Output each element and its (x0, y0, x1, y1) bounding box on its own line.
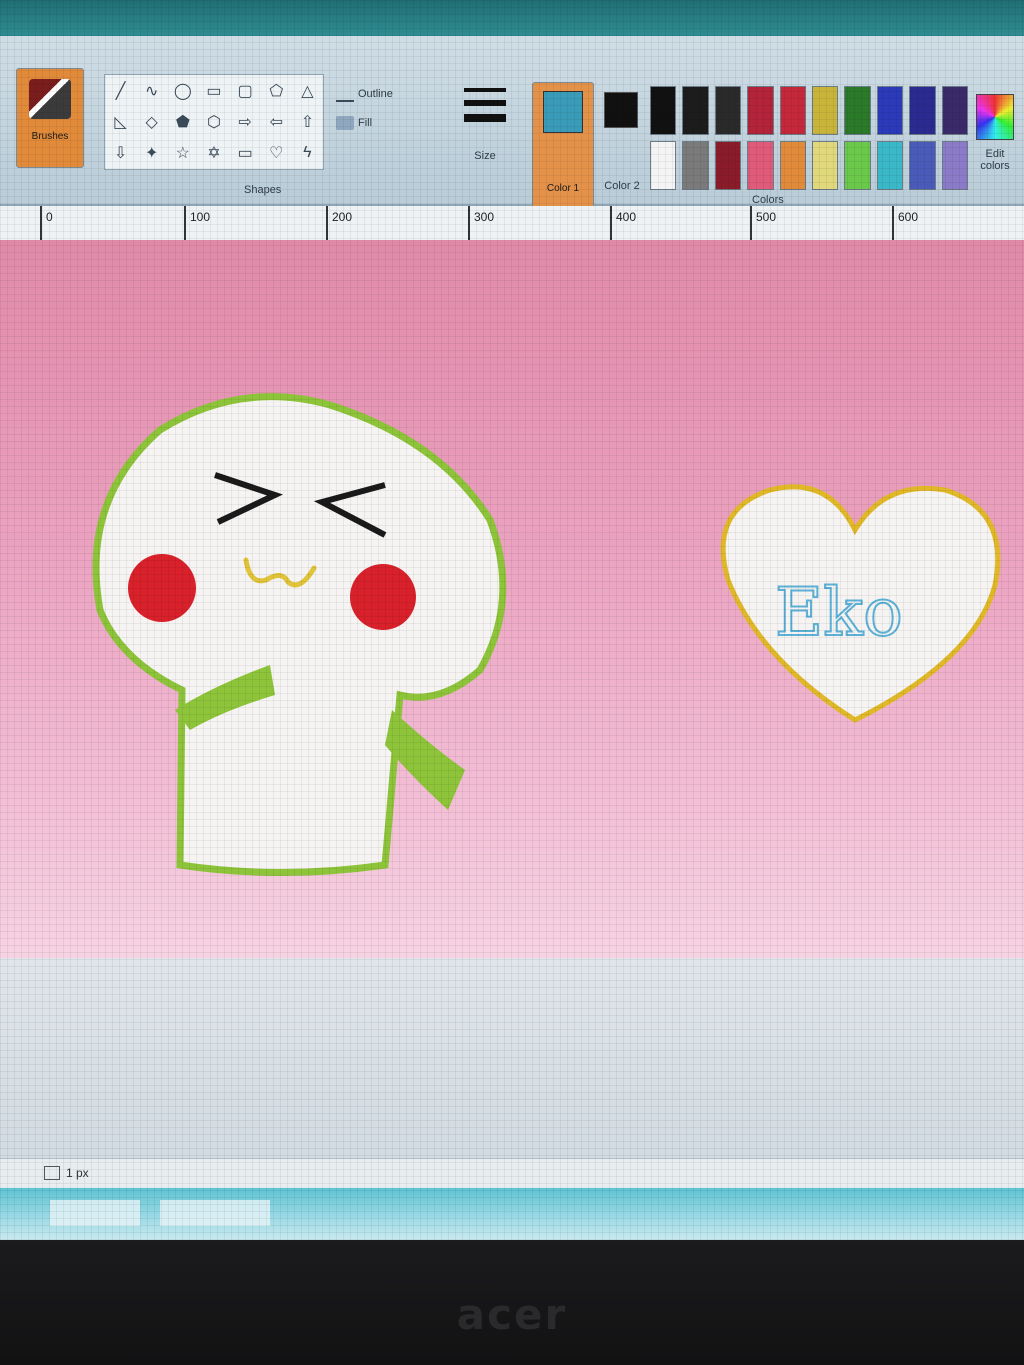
ruler-tick: 100 (184, 206, 210, 240)
palette-swatch[interactable] (682, 86, 709, 135)
palette-swatch[interactable] (941, 141, 968, 190)
palette-swatch[interactable] (747, 141, 774, 190)
five-point-star-shape-icon[interactable]: ☆ (167, 138, 198, 169)
ruler-tick: 200 (326, 206, 352, 240)
ruler-tick: 500 (750, 206, 776, 240)
shapes-gallery[interactable]: ╱ ∿ ◯ ▭ ▢ ⬠ △ ◺ ◇ ⬟ ⬡ ⇨ ⇦ ⇧ ⇩ ✦ ☆ ✡ ▭ ♡ … (104, 74, 324, 170)
line-shape-icon[interactable]: ╱ (105, 75, 136, 106)
palette-swatch[interactable] (650, 141, 677, 190)
palette-swatch[interactable] (909, 86, 936, 135)
up-arrow-shape-icon[interactable]: ⇧ (292, 106, 323, 137)
size-line-thin (464, 88, 506, 92)
colors-group-label: Colors (752, 194, 784, 206)
six-point-star-shape-icon[interactable]: ✡ (198, 138, 229, 169)
color2-label: Color 2 (604, 180, 640, 192)
left-cheek (128, 554, 196, 622)
color1-swatch (543, 91, 583, 133)
color1-label: Color 1 (546, 183, 580, 194)
character-drawing (92, 393, 507, 876)
workspace-area (0, 958, 1024, 1158)
fill-button[interactable]: Fill (336, 116, 372, 130)
palette-swatch[interactable] (779, 141, 806, 190)
screen: Brushes ╱ ∿ ◯ ▭ ▢ ⬠ △ ◺ ◇ ⬟ ⬡ ⇨ ⇦ ⇧ ⇩ ✦ … (0, 0, 1024, 1240)
triangle-shape-icon[interactable]: △ (292, 75, 323, 106)
drawing-canvas[interactable]: Eko (0, 240, 1024, 958)
color-wheel-icon (976, 94, 1014, 140)
hexagon-shape-icon[interactable]: ⬡ (198, 106, 229, 137)
taskbar-button[interactable] (160, 1200, 270, 1226)
title-bar (0, 0, 1024, 36)
monitor-brand-logo: acer (456, 1290, 568, 1339)
heart-shape-icon[interactable]: ♡ (261, 138, 292, 169)
color1-button[interactable]: Color 1 (532, 82, 594, 216)
outline-button[interactable]: Outline (336, 86, 393, 102)
palette-swatch[interactable] (747, 86, 774, 135)
palette-swatch[interactable] (844, 141, 871, 190)
palette-swatch[interactable] (682, 141, 709, 190)
palette-swatch[interactable] (650, 86, 677, 135)
ruler-tick: 400 (610, 206, 636, 240)
size-line-thick (464, 114, 506, 122)
down-arrow-shape-icon[interactable]: ⇩ (105, 138, 136, 169)
palette-swatch[interactable] (876, 141, 904, 190)
ruler-tick: 600 (892, 206, 918, 240)
edit-colors-button[interactable]: Edit colors (972, 94, 1018, 224)
taskbar (0, 1188, 1024, 1240)
palette-swatch[interactable] (876, 86, 904, 135)
right-cheek (350, 564, 416, 630)
palette-swatch[interactable] (844, 86, 871, 135)
palette-swatch[interactable] (779, 86, 806, 135)
heart-drawing: Eko (720, 484, 1001, 723)
palette-swatch[interactable] (811, 86, 839, 135)
cursor-position-text: 1 px (66, 1166, 89, 1180)
right-arrow-shape-icon[interactable]: ⇨ (230, 106, 261, 137)
ruler-tick: 0 (40, 206, 53, 240)
rounded-rectangle-shape-icon[interactable]: ▢ (230, 75, 261, 106)
color2-swatch (604, 92, 638, 128)
brushes-label: Brushes (31, 131, 69, 142)
horizontal-ruler: 0 100 200 300 400 500 600 (0, 206, 1024, 241)
taskbar-button[interactable] (50, 1200, 140, 1226)
palette-swatch[interactable] (909, 141, 936, 190)
right-triangle-shape-icon[interactable]: ◺ (105, 106, 136, 137)
status-bar: 1 px (0, 1158, 1024, 1187)
fill-bucket-icon (336, 116, 354, 130)
edit-colors-label: Edit colors (980, 148, 1010, 172)
polygon-shape-icon[interactable]: ⬠ (261, 75, 292, 106)
palette-swatch[interactable] (941, 86, 968, 135)
palette-swatch[interactable] (714, 141, 742, 190)
rectangle-shape-icon[interactable]: ▭ (198, 75, 229, 106)
shapes-group-label: Shapes (244, 184, 282, 196)
heart-text: Eko (775, 574, 903, 651)
four-point-star-shape-icon[interactable]: ✦ (136, 138, 167, 169)
size-label: Size (474, 150, 496, 162)
monitor-bezel: acer (0, 1240, 1024, 1365)
color-palette[interactable] (650, 86, 968, 190)
outline-label: Outline (358, 88, 393, 100)
cursor-position-icon (44, 1166, 60, 1180)
color2-button[interactable]: Color 2 (600, 82, 644, 192)
oval-shape-icon[interactable]: ◯ (167, 75, 198, 106)
curve-shape-icon[interactable]: ∿ (136, 75, 167, 106)
ruler-tick: 300 (468, 206, 494, 240)
lightning-shape-icon[interactable]: ϟ (292, 138, 323, 169)
palette-swatch[interactable] (714, 86, 742, 135)
brush-icon (29, 79, 71, 119)
left-arrow-shape-icon[interactable]: ⇦ (261, 106, 292, 137)
outline-icon (336, 86, 354, 102)
fill-label: Fill (358, 117, 373, 129)
callout-shape-icon[interactable]: ▭ (230, 138, 261, 169)
size-button[interactable]: Size (460, 80, 510, 170)
size-line-medium (464, 100, 506, 106)
pentagon-shape-icon[interactable]: ⬟ (167, 106, 198, 137)
canvas-artwork: Eko (92, 393, 1001, 876)
diamond-shape-icon[interactable]: ◇ (136, 106, 167, 137)
ribbon: Brushes ╱ ∿ ◯ ▭ ▢ ⬠ △ ◺ ◇ ⬟ ⬡ ⇨ ⇦ ⇧ ⇩ ✦ … (0, 36, 1024, 216)
brushes-button[interactable]: Brushes (16, 68, 84, 168)
palette-swatch[interactable] (811, 141, 839, 190)
